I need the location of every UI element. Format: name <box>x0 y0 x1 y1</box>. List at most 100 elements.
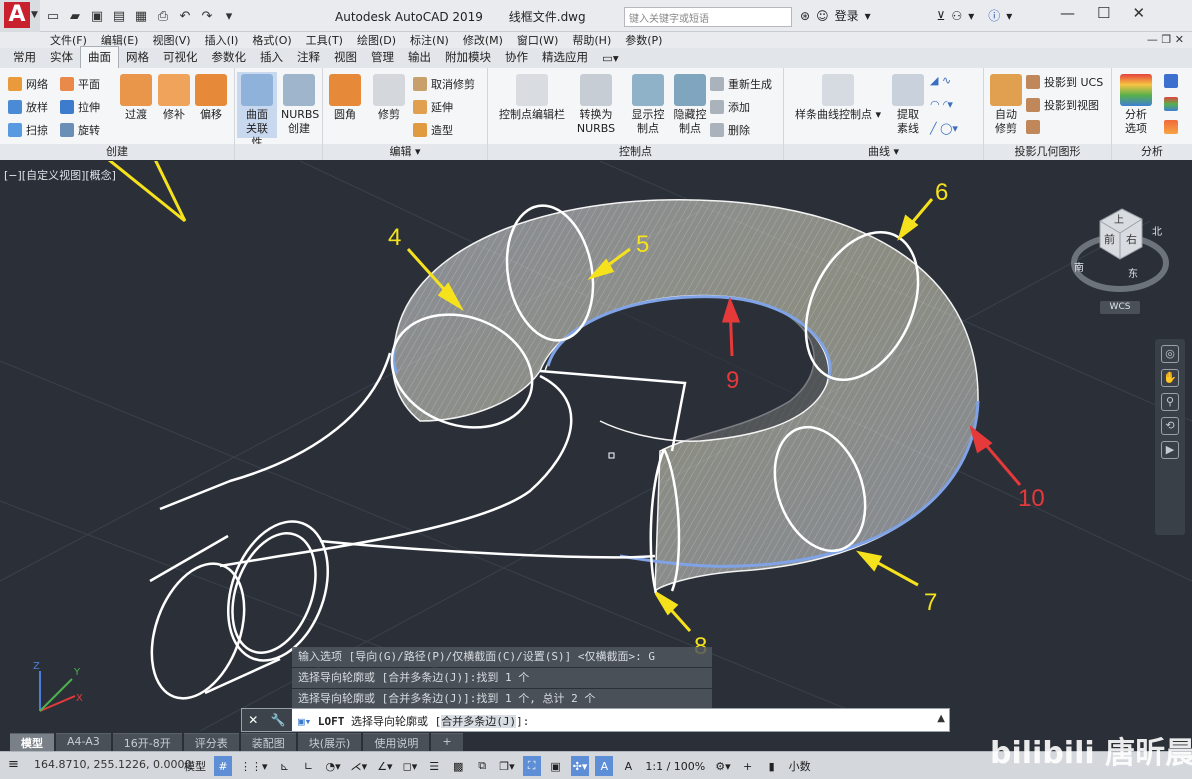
curvature-button[interactable] <box>1164 97 1178 111</box>
project-vector-button[interactable] <box>1026 120 1040 134</box>
help-icon[interactable]: ⓘ <box>988 7 1000 24</box>
project-ucs-button[interactable]: 投影到 UCS <box>1026 74 1103 90</box>
model-space-button[interactable]: 模型 <box>182 756 208 776</box>
extract-isolines-button[interactable]: 提取素线 <box>888 74 928 136</box>
open-folder-icon[interactable]: ▰ <box>66 7 84 25</box>
wrench-icon[interactable]: 🔧 <box>271 713 286 727</box>
convert-to-nurbs-button[interactable]: 转换为 NURBS <box>574 74 618 136</box>
tab-layout[interactable]: 使用说明 <box>363 733 430 751</box>
add-cv-button[interactable]: 添加 <box>710 99 750 115</box>
tab-collaborate[interactable]: 协作 <box>498 47 535 68</box>
loft-button[interactable]: 放样 <box>8 99 48 115</box>
nurbs-creation-button[interactable]: NURBS 创建 <box>279 74 319 136</box>
tab-view[interactable]: 视图 <box>327 47 364 68</box>
curve-tools[interactable]: ◢ ∿ <box>930 74 951 87</box>
extend-button[interactable]: 延伸 <box>413 99 453 115</box>
units-icon[interactable]: ▮ <box>763 756 781 776</box>
cart-icon[interactable]: ⊻ <box>937 9 946 23</box>
ortho-icon[interactable]: ∟ <box>300 756 318 776</box>
tab-surface[interactable]: 曲面 <box>80 46 119 68</box>
workspace-gear-icon[interactable]: ⚙▾ <box>713 756 732 776</box>
tab-model[interactable]: 模型 <box>10 733 54 751</box>
osnap-icon[interactable]: ◻▾ <box>401 756 420 776</box>
tab-visualize[interactable]: 可视化 <box>156 47 205 68</box>
save-icon[interactable]: ▣ <box>88 7 106 25</box>
remove-cv-button[interactable]: 删除 <box>710 122 750 138</box>
close-icon[interactable]: ✕ <box>248 713 258 727</box>
arc-tools[interactable]: ◠ ◜▾ <box>930 98 953 111</box>
patch-button[interactable]: 修补 <box>156 74 192 122</box>
selection-filter-icon[interactable]: ▣ <box>547 756 565 776</box>
panel-title-create[interactable]: 创建 <box>0 144 234 160</box>
cube-right-face[interactable]: 右 <box>1126 231 1137 247</box>
tab-manage[interactable]: 管理 <box>364 47 401 68</box>
print-icon[interactable]: ⎙ <box>154 7 172 25</box>
showmotion-icon[interactable]: ▶ <box>1161 441 1179 459</box>
menu-item[interactable]: 修改(M) <box>463 32 503 48</box>
command-line[interactable]: ✕ 🔧 ▣▾ LOFT 选择导向轮廓或 [合并多条边(J)]: ▲ <box>241 708 950 732</box>
torus-surface[interactable] <box>391 199 979 593</box>
menu-item[interactable]: 工具(T) <box>306 32 343 48</box>
menu-item[interactable]: 参数(P) <box>625 32 662 48</box>
show-cv-button[interactable]: 显示控制点 <box>626 74 670 136</box>
annotation-visibility-icon[interactable]: A <box>595 756 614 776</box>
redo-icon[interactable]: ↷ <box>198 7 216 25</box>
pan-icon[interactable]: ✋ <box>1161 369 1179 387</box>
tab-layout[interactable]: 块(展示) <box>297 733 362 751</box>
network-icon[interactable]: ⚇ <box>951 9 962 23</box>
untrim-button[interactable]: 取消修剪 <box>413 76 475 92</box>
gizmo-icon[interactable]: ✣▾ <box>570 756 590 776</box>
view-cube[interactable]: 上 前 右 北 南 东 <box>1070 201 1170 301</box>
draft-button[interactable] <box>1164 120 1178 134</box>
tab-layout[interactable]: 评分表 <box>183 733 239 751</box>
auto-trim-button[interactable]: 自动修剪 <box>988 74 1024 136</box>
tab-layout[interactable]: 16开-8开 <box>112 733 182 751</box>
menu-icon[interactable]: ≡ <box>8 757 19 772</box>
tab-layout[interactable]: 装配图 <box>240 733 296 751</box>
3d-osnap-icon[interactable]: ❐▾ <box>497 756 516 776</box>
menu-item[interactable]: 视图(V) <box>152 32 190 48</box>
zebra-button[interactable] <box>1164 74 1178 88</box>
cv-edit-bar-button[interactable]: 控制点编辑栏 <box>492 74 572 122</box>
minimize-icon[interactable]: — <box>1060 4 1075 22</box>
rebuild-button[interactable]: 重新生成 <box>710 76 772 92</box>
tab-addins[interactable]: 附加模块 <box>438 47 498 68</box>
sculpt-button[interactable]: 造型 <box>413 122 453 138</box>
compass-south[interactable]: 南 <box>1074 259 1084 274</box>
add-layout-icon[interactable]: + <box>431 733 463 751</box>
command-history-toggle-icon[interactable]: ▲ <box>937 713 945 724</box>
units-dropdown[interactable]: 小数 <box>787 756 813 776</box>
chevron-down-icon[interactable]: ▾ <box>865 9 871 23</box>
annotation-scale-button[interactable]: 1:1 / 100% <box>643 756 707 776</box>
coordinates-readout[interactable]: 164.8710, 255.1226, 0.0000 <box>34 758 191 771</box>
undo-icon[interactable]: ↶ <box>176 7 194 25</box>
revolve-button[interactable]: 旋转 <box>60 122 100 138</box>
fillet-button[interactable]: 圆角 <box>327 74 363 122</box>
auto-scale-icon[interactable]: A <box>619 756 637 776</box>
save-as-icon[interactable]: ▤ <box>110 7 128 25</box>
hide-cv-button[interactable]: 隐藏控制点 <box>668 74 712 136</box>
ribbon-toggle-icon[interactable]: ▭▾ <box>595 49 626 68</box>
drawing-window-controls[interactable]: — ❐ ✕ <box>1147 33 1184 46</box>
network-button[interactable]: 网络 <box>8 76 48 92</box>
selection-cycling-icon[interactable]: ⧉ <box>473 756 491 776</box>
surface-associativity-button[interactable]: 曲面关联性 <box>237 72 277 149</box>
chevron-down-icon[interactable]: ▾ <box>968 9 974 23</box>
object-snap-tracking-icon[interactable]: ∠▾ <box>375 756 394 776</box>
blend-button[interactable]: 过渡 <box>118 74 154 122</box>
offset-button[interactable]: 偏移 <box>193 74 229 122</box>
chevron-down-icon[interactable]: ▾ <box>1006 9 1012 23</box>
orbit-icon[interactable]: ⟲ <box>1161 417 1179 435</box>
cube-top-face[interactable]: 上 <box>1114 211 1124 226</box>
command-option-join[interactable]: 合并多条边(J) <box>441 715 517 728</box>
qat-dropdown-icon[interactable]: ▾ <box>220 7 238 25</box>
panel-title-project[interactable]: 投影几何图形 <box>984 144 1111 160</box>
tab-mesh[interactable]: 网格 <box>119 47 156 68</box>
panel-title-control-vertices[interactable]: 控制点 <box>488 144 783 160</box>
annotation-monitor-icon[interactable]: + <box>739 756 757 776</box>
menu-item[interactable]: 标注(N) <box>410 32 449 48</box>
project-view-button[interactable]: 投影到视图 <box>1026 97 1099 113</box>
zoom-extents-icon[interactable]: ⚲ <box>1161 393 1179 411</box>
maximize-icon[interactable]: ☐ <box>1097 4 1110 22</box>
command-prompt[interactable]: ▣▾ LOFT 选择导向轮廓或 [合并多条边(J)]: <box>298 713 529 729</box>
